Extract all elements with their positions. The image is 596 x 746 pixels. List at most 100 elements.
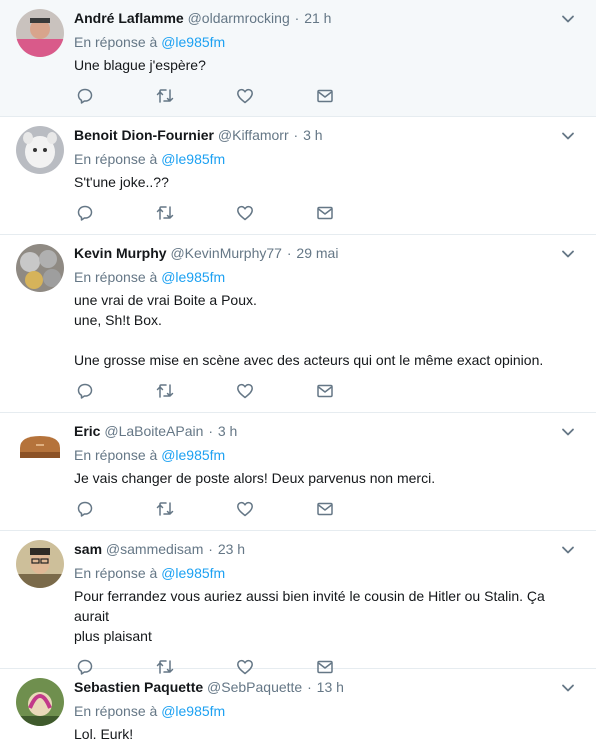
tweet-line: Une grosse mise en scène avec des acteur…: [74, 352, 544, 368]
reply-context: En réponse à @le985fm: [74, 33, 580, 51]
chevron-down-icon[interactable]: [560, 424, 576, 440]
tweet-actions: [74, 494, 580, 530]
reply-context: En réponse à @le985fm: [74, 150, 580, 168]
envelope-icon[interactable]: [316, 87, 336, 107]
separator-dot: ·: [294, 10, 300, 26]
tweet-line: une vrai de vrai Boite a Poux.: [74, 292, 257, 308]
timestamp[interactable]: 21 h: [304, 10, 331, 26]
avatar[interactable]: [16, 126, 64, 174]
reply-prefix: En réponse à: [74, 269, 158, 285]
avatar-photo: [16, 244, 64, 292]
avatar[interactable]: [16, 422, 64, 470]
author-handle[interactable]: @KevinMurphy77: [170, 245, 282, 261]
separator-dot: ·: [208, 541, 213, 557]
reply-icon[interactable]: [76, 87, 96, 107]
tweet[interactable]: Eric @LaBoiteAPain · 3 h En réponse à @l…: [0, 413, 596, 531]
tweet-text: S't'une joke..??: [74, 172, 580, 192]
avatar-photo: [16, 126, 64, 174]
avatar[interactable]: [16, 540, 64, 588]
tweet[interactable]: sam @sammedisam · 23 h En réponse à @le9…: [0, 531, 596, 675]
envelope-icon[interactable]: [316, 204, 336, 224]
reply-context: En réponse à @le985fm: [74, 702, 580, 720]
retweet-icon[interactable]: [156, 204, 176, 224]
timestamp[interactable]: 29 mai: [296, 245, 338, 261]
avatar[interactable]: [16, 9, 64, 57]
author-handle[interactable]: @Kiffamorr: [218, 127, 289, 143]
avatar-photo: [16, 422, 64, 470]
avatar-photo: [16, 9, 64, 57]
reply-to-link[interactable]: @le985fm: [161, 151, 225, 167]
tweet-actions: [74, 198, 580, 234]
reply-to-link[interactable]: @le985fm: [161, 703, 225, 719]
chevron-down-icon[interactable]: [560, 542, 576, 558]
reply-to-link[interactable]: @le985fm: [161, 565, 225, 581]
tweet-line: Je vais changer de poste alors! Deux par…: [74, 470, 436, 486]
timestamp[interactable]: 13 h: [317, 679, 344, 695]
tweet-line: S't'une joke..??: [74, 174, 169, 190]
heart-icon[interactable]: [236, 204, 256, 224]
tweet[interactable]: Kevin Murphy @KevinMurphy77 · 29 mai En …: [0, 235, 596, 413]
separator-dot: ·: [307, 679, 312, 695]
tweet-text: Pour ferrandez vous auriez aussi bien in…: [74, 586, 580, 646]
chevron-down-icon[interactable]: [560, 128, 576, 144]
avatar-photo: [16, 678, 64, 726]
tweet-line: Pour ferrandez vous auriez aussi bien in…: [74, 588, 545, 624]
reply-icon[interactable]: [76, 500, 96, 520]
author-name[interactable]: Benoit Dion-Fournier: [74, 127, 214, 143]
tweet[interactable]: Sebastien Paquette @SebPaquette · 13 h E…: [0, 669, 596, 746]
avatar[interactable]: [16, 678, 64, 726]
author-name[interactable]: André Laflamme: [74, 10, 184, 26]
separator-dot: ·: [286, 245, 292, 261]
reply-prefix: En réponse à: [74, 34, 158, 50]
chevron-down-icon[interactable]: [560, 11, 576, 27]
envelope-icon[interactable]: [316, 382, 336, 402]
tweet[interactable]: André Laflamme @oldarmrocking · 21 h En …: [0, 0, 596, 117]
author-name[interactable]: Eric: [74, 423, 100, 439]
tweet-text: une vrai de vrai Boite a Poux. une, Sh!t…: [74, 290, 580, 370]
envelope-icon[interactable]: [316, 500, 336, 520]
author-handle[interactable]: @SebPaquette: [207, 679, 302, 695]
avatar[interactable]: [16, 244, 64, 292]
author-name[interactable]: Kevin Murphy: [74, 245, 167, 261]
reply-prefix: En réponse à: [74, 447, 158, 463]
tweet-line: plus plaisant: [74, 628, 152, 644]
timestamp[interactable]: 3 h: [218, 423, 237, 439]
chevron-down-icon[interactable]: [560, 680, 576, 696]
reply-icon[interactable]: [76, 204, 96, 224]
tweet-text: Une blague j'espère?: [74, 55, 580, 75]
tweet-text: Je vais changer de poste alors! Deux par…: [74, 468, 580, 488]
reply-to-link[interactable]: @le985fm: [161, 269, 225, 285]
author-handle[interactable]: @oldarmrocking: [188, 10, 290, 26]
retweet-icon[interactable]: [156, 87, 176, 107]
author-name[interactable]: sam: [74, 541, 102, 557]
author-handle[interactable]: @LaBoiteAPain: [104, 423, 203, 439]
reply-prefix: En réponse à: [74, 565, 158, 581]
reply-context: En réponse à @le985fm: [74, 268, 580, 286]
tweet-actions: [74, 376, 580, 412]
reply-context: En réponse à @le985fm: [74, 446, 580, 464]
heart-icon[interactable]: [236, 500, 256, 520]
tweet[interactable]: Benoit Dion-Fournier @Kiffamorr · 3 h En…: [0, 117, 596, 235]
separator-dot: ·: [293, 127, 299, 143]
tweet-line: Une blague j'espère?: [74, 57, 206, 73]
retweet-icon[interactable]: [156, 500, 176, 520]
heart-icon[interactable]: [236, 87, 256, 107]
reply-to-link[interactable]: @le985fm: [161, 34, 225, 50]
heart-icon[interactable]: [236, 382, 256, 402]
author-handle[interactable]: @sammedisam: [106, 541, 203, 557]
tweet-text: Lol. Eurk!: [74, 724, 580, 744]
author-name[interactable]: Sebastien Paquette: [74, 679, 203, 695]
tweet-line: une, Sh!t Box.: [74, 312, 162, 328]
tweet-actions: [74, 81, 580, 117]
chevron-down-icon[interactable]: [560, 246, 576, 262]
reply-prefix: En réponse à: [74, 151, 158, 167]
separator-dot: ·: [208, 423, 213, 439]
reply-prefix: En réponse à: [74, 703, 158, 719]
reply-to-link[interactable]: @le985fm: [161, 447, 225, 463]
reply-icon[interactable]: [76, 382, 96, 402]
reply-context: En réponse à @le985fm: [74, 564, 580, 582]
timestamp[interactable]: 3 h: [303, 127, 322, 143]
timestamp[interactable]: 23 h: [218, 541, 245, 557]
retweet-icon[interactable]: [156, 382, 176, 402]
avatar-photo: [16, 540, 64, 588]
